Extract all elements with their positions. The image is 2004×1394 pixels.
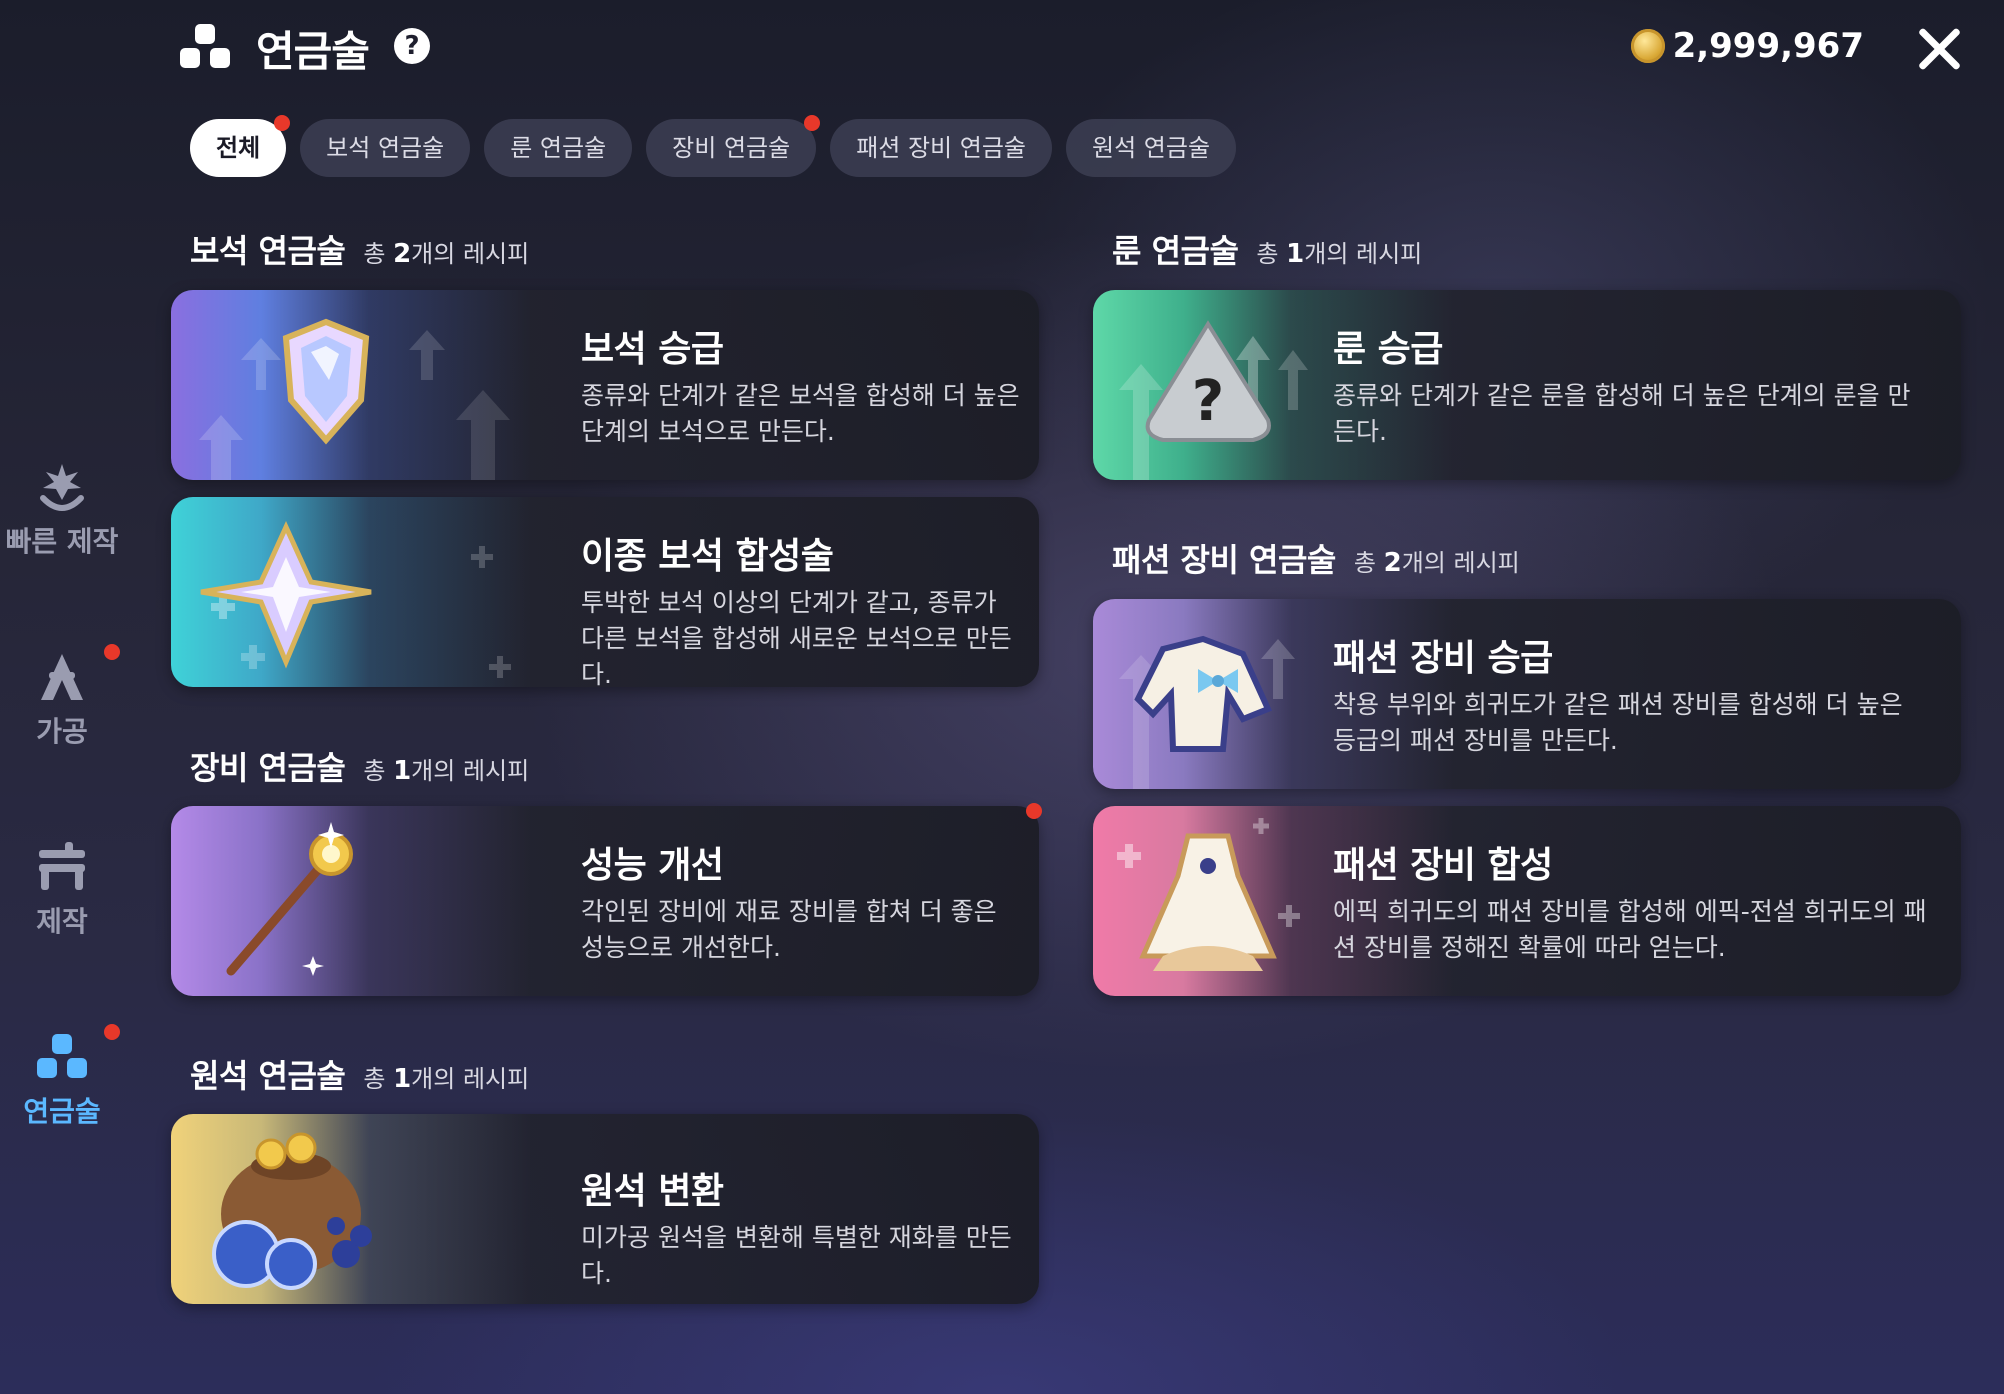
notification-badge xyxy=(1026,803,1042,819)
tab-equipment-alchemy[interactable]: 장비 연금술 xyxy=(646,115,821,177)
alchemy-icon xyxy=(35,1030,89,1084)
sidebar-item-label: 빠른 제작 xyxy=(5,525,119,558)
tab-gem-alchemy[interactable]: 보석 연금술 xyxy=(300,119,471,177)
card-description: 착용 부위와 희귀도가 같은 패션 장비를 합성해 더 높은 등급의 패션 장비… xyxy=(1333,690,1903,755)
craft-icon xyxy=(35,840,89,894)
card-description: 에픽 희귀도의 패션 장비를 합성해 에픽-전설 희귀도의 패션 장비를 정해진… xyxy=(1333,897,1927,962)
star-gem-icon xyxy=(200,520,511,678)
category-tabs: 전체 보석 연금술 룬 연금술 장비 연금술 패션 장비 연금술 원석 연금술 xyxy=(190,115,1237,177)
card-title: 성능 개선 xyxy=(581,845,724,886)
notification-badge xyxy=(804,115,821,131)
notification-badge xyxy=(104,644,120,660)
section-header-ore: 원석 연금술 총 1개의 레시피 xyxy=(190,1051,529,1097)
card-description: 각인된 장비에 재료 장비를 합쳐 더 좋은 성능으로 개선한다. xyxy=(581,897,997,962)
section-title: 룬 연금술 xyxy=(1112,232,1239,270)
alchemy-header-icon xyxy=(180,24,232,70)
section-title: 원석 연금술 xyxy=(190,1057,346,1095)
recipe-card-ore-conversion[interactable]: 원석 변환 미가공 원석을 변환해 특별한 재화를 만든다. xyxy=(171,1114,1039,1304)
sidebar-item-quick-craft[interactable]: 빠른 제작 xyxy=(0,460,124,560)
card-description: 종류와 단계가 같은 룬을 합성해 더 높은 단계의 룬을 만든다. xyxy=(1333,381,1911,446)
section-title: 보석 연금술 xyxy=(190,232,346,270)
sidebar-item-processing[interactable]: 가공 xyxy=(0,644,124,750)
processing-icon xyxy=(35,650,89,704)
tab-label: 보석 연금술 xyxy=(326,134,445,162)
sidebar-item-label: 연금술 xyxy=(23,1095,101,1128)
section-header-rune: 룬 연금술 총 1개의 레시피 xyxy=(1112,226,1422,272)
section-title: 장비 연금술 xyxy=(190,749,346,787)
section-header-gem: 보석 연금술 총 2개의 레시피 xyxy=(190,226,529,272)
tab-label: 룬 연금술 xyxy=(510,134,607,162)
card-title: 패션 장비 합성 xyxy=(1333,845,1553,886)
card-art xyxy=(171,290,531,480)
recipe-card-performance-improvement[interactable]: 성능 개선 각인된 장비에 재료 장비를 합쳐 더 좋은 성능으로 개선한다. xyxy=(171,806,1039,996)
card-description: 투박한 보석 이상의 단계가 같고, 종류가 다른 보석을 합성해 새로운 보석… xyxy=(581,588,1012,687)
tab-rune-alchemy[interactable]: 룬 연금술 xyxy=(484,119,633,177)
card-art xyxy=(171,1114,531,1304)
card-title: 이종 보석 합성술 xyxy=(581,536,834,577)
recipe-card-hetero-gem-synthesis[interactable]: 이종 보석 합성술 투박한 보석 이상의 단계가 같고, 종류가 다른 보석을 … xyxy=(171,497,1039,687)
help-icon[interactable]: ? xyxy=(394,28,430,64)
svg-text:?: ? xyxy=(1192,369,1224,434)
tab-label: 원석 연금술 xyxy=(1092,134,1211,162)
tab-fashion-alchemy[interactable]: 패션 장비 연금술 xyxy=(830,119,1053,177)
recipe-count: 총 1개의 레시피 xyxy=(1256,239,1423,269)
coin-bag-icon xyxy=(212,1132,372,1290)
scepter-icon xyxy=(226,822,353,976)
sidebar-item-label: 가공 xyxy=(36,715,88,748)
recipe-count: 총 2개의 레시피 xyxy=(1353,548,1520,578)
sidebar-item-label: 제작 xyxy=(36,905,88,938)
page-title: 연금술 xyxy=(256,27,370,76)
notification-badge xyxy=(104,1024,120,1040)
tab-label: 패션 장비 연금술 xyxy=(856,134,1027,162)
sidebar-item-alchemy[interactable]: 연금술 xyxy=(0,1024,124,1130)
close-button[interactable] xyxy=(1914,24,1964,74)
recipe-count: 총 2개의 레시피 xyxy=(363,239,530,269)
notification-badge xyxy=(274,115,291,131)
gem-shield-icon xyxy=(199,318,510,480)
recipe-card-gem-upgrade[interactable]: 보석 승급 종류와 단계가 같은 보석을 합성해 더 높은 단계의 보석으로 만… xyxy=(171,290,1039,480)
section-title: 패션 장비 연금술 xyxy=(1112,541,1336,579)
tab-label: 전체 xyxy=(216,134,261,162)
sidebar-item-craft[interactable]: 제작 xyxy=(0,840,124,940)
tab-ore-alchemy[interactable]: 원석 연금술 xyxy=(1066,119,1237,177)
section-header-equipment: 장비 연금술 총 1개의 레시피 xyxy=(190,743,529,789)
card-title: 원석 변환 xyxy=(581,1171,724,1212)
currency-display: 2,999,967 xyxy=(1630,26,1864,66)
card-art xyxy=(171,806,531,996)
card-description: 미가공 원석을 변환해 특별한 재화를 만든다. xyxy=(581,1223,1012,1288)
tab-all[interactable]: 전체 xyxy=(190,115,291,177)
recipe-count: 총 1개의 레시피 xyxy=(363,756,530,786)
quick-craft-icon xyxy=(35,460,89,514)
card-title: 룬 승급 xyxy=(1333,329,1443,370)
recipe-card-fashion-synthesis[interactable]: 패션 장비 합성 에픽 희귀도의 패션 장비를 합성해 에픽-전설 희귀도의 패… xyxy=(1093,806,1961,996)
currency-amount: 2,999,967 xyxy=(1672,26,1864,66)
section-header-fashion: 패션 장비 연금술 총 2개의 레시피 xyxy=(1112,535,1520,581)
tab-label: 장비 연금술 xyxy=(672,134,791,162)
recipe-card-rune-upgrade[interactable]: ? 룬 승급 종류와 단계가 같은 룬을 합성해 더 높은 단계의 룬을 만든다… xyxy=(1093,290,1961,480)
card-description: 종류와 단계가 같은 보석을 합성해 더 높은 단계의 보석으로 만든다. xyxy=(581,381,1020,446)
recipe-count: 총 1개의 레시피 xyxy=(363,1064,530,1094)
card-art xyxy=(171,497,531,687)
recipe-card-fashion-upgrade[interactable]: 패션 장비 승급 착용 부위와 희귀도가 같은 패션 장비를 합성해 더 높은 … xyxy=(1093,599,1961,789)
card-title: 보석 승급 xyxy=(581,329,724,370)
gold-coin-icon xyxy=(1630,29,1665,63)
card-title: 패션 장비 승급 xyxy=(1333,638,1553,679)
